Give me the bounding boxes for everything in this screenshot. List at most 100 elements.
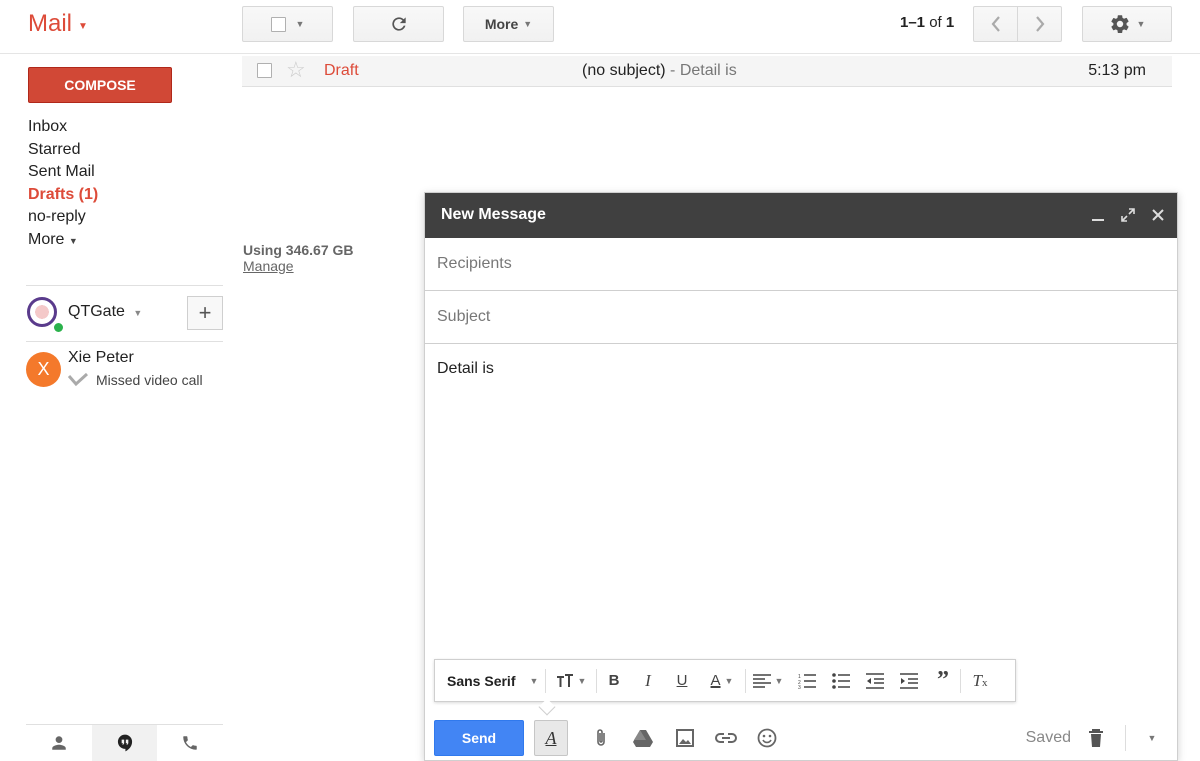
- row-snippet: - Detail is: [665, 62, 737, 79]
- row-subject: (no subject): [582, 62, 666, 79]
- font-family-select[interactable]: Sans Serif ▼: [435, 660, 545, 701]
- row-time: 5:13 pm: [1088, 62, 1146, 79]
- numbered-list-button[interactable]: 123: [790, 660, 824, 701]
- remove-formatting-button[interactable]: Tx: [961, 660, 999, 701]
- app-title-label: Mail: [28, 10, 73, 37]
- align-button[interactable]: ▼: [746, 660, 790, 701]
- settings-button[interactable]: ▼: [1082, 6, 1172, 42]
- manage-storage-link[interactable]: Manage: [243, 258, 354, 274]
- sidebar-item-inbox[interactable]: Inbox: [28, 116, 98, 139]
- link-icon: [715, 733, 737, 743]
- bold-button[interactable]: B: [597, 660, 631, 701]
- person-icon: [52, 736, 66, 750]
- clear-format-icon: Tx: [972, 670, 988, 690]
- chevron-down-icon: ▼: [523, 19, 533, 29]
- contact-name[interactable]: Xie Peter: [68, 349, 134, 367]
- sidebar-item-drafts[interactable]: Drafts (1): [28, 184, 98, 207]
- bulleted-list-button[interactable]: [824, 660, 858, 701]
- align-left-icon: [752, 673, 771, 688]
- close-button[interactable]: [1147, 203, 1169, 227]
- indent-less-button[interactable]: [858, 660, 892, 701]
- insert-link-button[interactable]: [709, 720, 743, 756]
- insert-drive-button[interactable]: [626, 720, 660, 756]
- formatting-toolbar: Sans Serif ▼ ▼ B I U A ▼ ▼ 123 ” Tx: [434, 659, 1016, 702]
- indent-more-button[interactable]: [892, 660, 926, 701]
- chevron-down-icon: ▼: [68, 235, 78, 246]
- more-options-button[interactable]: ▼: [1135, 720, 1169, 756]
- formatting-icon: A: [545, 727, 557, 748]
- chevron-left-icon: [991, 16, 1000, 32]
- chevron-down-icon: ▼: [295, 19, 305, 29]
- online-status-icon: [52, 321, 65, 334]
- missed-call-icon: [68, 373, 88, 387]
- bold-icon: B: [608, 672, 620, 689]
- font-size-button[interactable]: ▼: [546, 660, 596, 701]
- hangouts-divider: [26, 285, 223, 286]
- insert-photo-button[interactable]: [668, 720, 702, 756]
- compose-button[interactable]: COMPOSE: [28, 67, 172, 103]
- text-color-button[interactable]: A ▼: [699, 660, 745, 701]
- tab-phone[interactable]: [157, 725, 223, 761]
- storage-used: Using 346.67 GB: [243, 242, 354, 258]
- contact-status-text: Missed video call: [96, 372, 203, 388]
- pagination-total: 1: [945, 14, 955, 31]
- pagination-info: 1–1 of 1: [900, 14, 954, 31]
- older-button[interactable]: [1017, 6, 1062, 42]
- underline-button[interactable]: U: [665, 660, 699, 701]
- compose-title: New Message: [441, 206, 546, 223]
- italic-button[interactable]: I: [631, 660, 665, 701]
- chevron-down-icon: ▼: [133, 308, 143, 318]
- chevron-down-icon: ▼: [529, 675, 539, 686]
- hangouts-icon: [117, 734, 132, 752]
- gear-icon: [1110, 15, 1129, 33]
- message-body[interactable]: Detail is: [437, 360, 494, 378]
- tab-hangouts[interactable]: [91, 725, 158, 761]
- recipients-input[interactable]: [425, 238, 1177, 290]
- toolbar-divider: [1125, 725, 1126, 751]
- discard-draft-button[interactable]: [1079, 720, 1113, 756]
- photo-icon: [676, 729, 694, 747]
- minimize-button[interactable]: [1087, 203, 1109, 227]
- row-sender: Draft: [324, 62, 359, 79]
- contact-avatar[interactable]: X: [26, 352, 61, 387]
- hangouts-divider: [26, 341, 223, 342]
- hangouts-user-menu[interactable]: QTGate ▼: [68, 303, 142, 321]
- tab-contacts[interactable]: [26, 725, 92, 761]
- expand-icon: [1121, 208, 1135, 222]
- sidebar-item-more[interactable]: More ▼: [28, 229, 98, 253]
- attach-files-button[interactable]: [584, 720, 618, 756]
- chevron-down-icon: ▼: [1136, 19, 1146, 29]
- sidebar-nav: Inbox Starred Sent Mail Drafts (1) no-re…: [28, 116, 98, 252]
- recipients-row: [425, 238, 1177, 291]
- text-size-icon: [556, 673, 573, 687]
- indent-less-icon: [866, 672, 884, 689]
- compose-window: New Message Detail is Sans Serif ▼ ▼ B I…: [424, 192, 1178, 761]
- contact-status: Missed video call: [68, 372, 203, 388]
- fullscreen-button[interactable]: [1117, 203, 1139, 227]
- quote-button[interactable]: ”: [926, 660, 960, 701]
- sidebar-item-starred[interactable]: Starred: [28, 139, 98, 162]
- svg-text:3: 3: [798, 685, 801, 689]
- save-status: Saved: [1025, 729, 1071, 746]
- sidebar-item-sent-mail[interactable]: Sent Mail: [28, 161, 98, 184]
- send-button[interactable]: Send: [434, 720, 524, 756]
- row-checkbox[interactable]: [257, 63, 272, 78]
- table-row[interactable]: ☆ Draft (no subject) - Detail is 5:13 pm: [242, 56, 1172, 87]
- newer-button[interactable]: [973, 6, 1018, 42]
- compose-header[interactable]: New Message: [425, 193, 1177, 238]
- trash-icon: [1089, 729, 1103, 747]
- insert-emoji-button[interactable]: [750, 720, 784, 756]
- paperclip-icon: [597, 729, 605, 746]
- select-dropdown-button[interactable]: ▼: [242, 6, 333, 42]
- subject-input[interactable]: [425, 291, 1177, 343]
- app-title[interactable]: Mail ▼: [28, 10, 88, 38]
- sidebar-item-no-reply[interactable]: no-reply: [28, 206, 98, 229]
- new-conversation-button[interactable]: +: [187, 296, 223, 330]
- star-icon[interactable]: ☆: [286, 57, 306, 83]
- refresh-button[interactable]: [353, 6, 444, 42]
- row-subject-line: (no subject) - Detail is: [582, 62, 737, 80]
- more-actions-label: More: [484, 16, 519, 32]
- more-actions-button[interactable]: More ▼: [463, 6, 554, 42]
- formatting-options-button[interactable]: A: [534, 720, 568, 756]
- hangouts-user-name: QTGate: [68, 303, 125, 320]
